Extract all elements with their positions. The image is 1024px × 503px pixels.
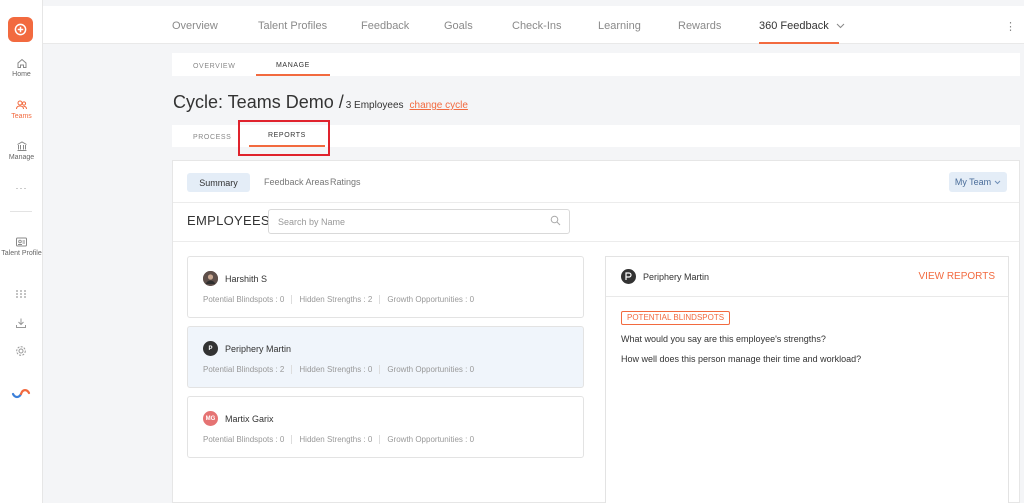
detail-header: Periphery Martin VIEW REPORTS <box>606 257 1008 297</box>
tab-process[interactable]: PROCESS <box>193 134 231 141</box>
avatar: P <box>203 341 218 356</box>
blindspots-count: Potential Blindspots : 0 <box>203 295 285 304</box>
search-input[interactable] <box>268 209 570 234</box>
question-text: How well does this person manage their t… <box>621 354 862 364</box>
employee-stats: Potential Blindspots : 2 Hidden Strengths… <box>203 365 475 375</box>
panel-divider <box>173 202 1019 203</box>
tab-manage-indicator <box>256 74 330 76</box>
tab-ratings[interactable]: Ratings <box>330 177 361 187</box>
nav-overview[interactable]: Overview <box>172 20 218 32</box>
manage-icon <box>16 141 27 151</box>
tab-summary[interactable]: Summary <box>187 173 250 192</box>
question-text: What would you say are this employee's s… <box>621 334 826 344</box>
rail-item-label: Talent Profile <box>1 250 42 257</box>
panel-divider <box>173 241 1019 242</box>
rail-item-manage[interactable]: Manage <box>0 140 43 162</box>
hidden-strengths-count: Hidden Strengths : 0 <box>299 365 373 374</box>
employee-name: Periphery Martin <box>225 344 292 354</box>
section-tabs: OVERVIEW MANAGE <box>172 53 1020 76</box>
nav-goals[interactable]: Goals <box>444 20 473 32</box>
rail-divider <box>10 211 32 212</box>
view-reports-link[interactable]: VIEW REPORTS <box>919 271 996 282</box>
employee-name: Martix Garix <box>225 414 274 424</box>
employee-detail-pane: Periphery Martin VIEW REPORTS POTENTIAL … <box>605 256 1009 503</box>
employee-card[interactable]: P Periphery Martin Potential Blindspots … <box>187 326 584 388</box>
avatar <box>621 269 636 284</box>
chevron-down-icon <box>994 180 1001 184</box>
reports-highlight-box <box>238 120 330 156</box>
nav-learning[interactable]: Learning <box>598 20 641 32</box>
active-nav-indicator <box>759 42 839 44</box>
employee-stats: Potential Blindspots : 0 Hidden Strengths… <box>203 435 475 445</box>
cycle-name: Cycle: Teams Demo / <box>173 92 344 112</box>
detail-employee-name: Periphery Martin <box>643 272 710 282</box>
settings-icon[interactable] <box>15 345 27 357</box>
blindspots-count: Potential Blindspots : 0 <box>203 435 285 444</box>
avatar-initials: P <box>208 345 213 352</box>
kebab-menu-icon[interactable]: ⋮ <box>1005 20 1016 33</box>
rail-item-label: Teams <box>11 113 32 120</box>
reports-panel: Summary Feedback Areas Ratings My Team E… <box>172 160 1020 503</box>
nav-check-ins[interactable]: Check-Ins <box>512 20 562 32</box>
change-cycle-link[interactable]: change cycle <box>410 100 468 111</box>
employee-stats: Potential Blindspots : 0 Hidden Strengths… <box>203 295 475 305</box>
page-title: Cycle: Teams Demo /3 Employees change cyc… <box>173 92 468 113</box>
nav-talent-profiles[interactable]: Talent Profiles <box>258 20 327 32</box>
hidden-strengths-count: Hidden Strengths : 2 <box>299 295 373 304</box>
top-nav: Overview Talent Profiles Feedback Goals … <box>43 6 1024 44</box>
avatar <box>203 271 218 286</box>
avatar-initials: MG <box>205 415 216 422</box>
nav-360-feedback[interactable]: 360 Feedback <box>759 20 845 32</box>
brand-mark-icon[interactable] <box>11 386 31 400</box>
tab-feedback-areas[interactable]: Feedback Areas <box>264 177 329 187</box>
tab-manage[interactable]: MANAGE <box>276 62 310 69</box>
employee-card[interactable]: Harshith S Potential Blindspots : 0 Hidde… <box>187 256 584 318</box>
search-icon[interactable] <box>550 215 561 226</box>
hidden-strengths-count: Hidden Strengths : 0 <box>299 435 373 444</box>
talent-profile-icon <box>16 237 27 247</box>
employee-count: 3 Employees <box>345 100 404 111</box>
chevron-down-icon <box>836 23 845 29</box>
rail-item-home[interactable]: Home <box>0 57 43 79</box>
growth-opportunities-count: Growth Opportunities : 0 <box>387 435 475 444</box>
team-filter-label: My Team <box>954 177 992 187</box>
avatar: MG <box>203 411 218 426</box>
nav-360-feedback-label: 360 Feedback <box>759 20 829 32</box>
app-logo-icon[interactable] <box>8 17 33 42</box>
employees-heading: EMPLOYEES <box>187 213 270 228</box>
rail-item-label: Manage <box>8 154 35 161</box>
left-rail: Home Teams Manage ··· Talent Profile <box>0 0 43 503</box>
rail-item-talent-profile[interactable]: Talent Profile <box>0 236 43 258</box>
team-filter-dropdown[interactable]: My Team <box>949 172 1007 192</box>
growth-opportunities-count: Growth Opportunities : 0 <box>387 365 475 374</box>
growth-opportunities-count: Growth Opportunities : 0 <box>387 295 475 304</box>
blindspots-count: Potential Blindspots : 2 <box>203 365 285 374</box>
employee-card[interactable]: MG Martix Garix Potential Blindspots : 0… <box>187 396 584 458</box>
status-badge: POTENTIAL BLINDSPOTS <box>621 311 731 325</box>
nav-feedback[interactable]: Feedback <box>361 20 409 32</box>
grid-icon[interactable] <box>15 289 27 299</box>
download-icon[interactable] <box>15 317 27 329</box>
employee-name: Harshith S <box>225 274 268 284</box>
rail-item-label: Home <box>12 71 31 78</box>
rail-item-teams[interactable]: Teams <box>0 99 43 121</box>
more-icon[interactable]: ··· <box>0 183 43 193</box>
nav-rewards[interactable]: Rewards <box>678 20 721 32</box>
teams-icon <box>16 100 27 110</box>
home-icon <box>17 58 26 68</box>
tab-overview[interactable]: OVERVIEW <box>193 63 235 70</box>
